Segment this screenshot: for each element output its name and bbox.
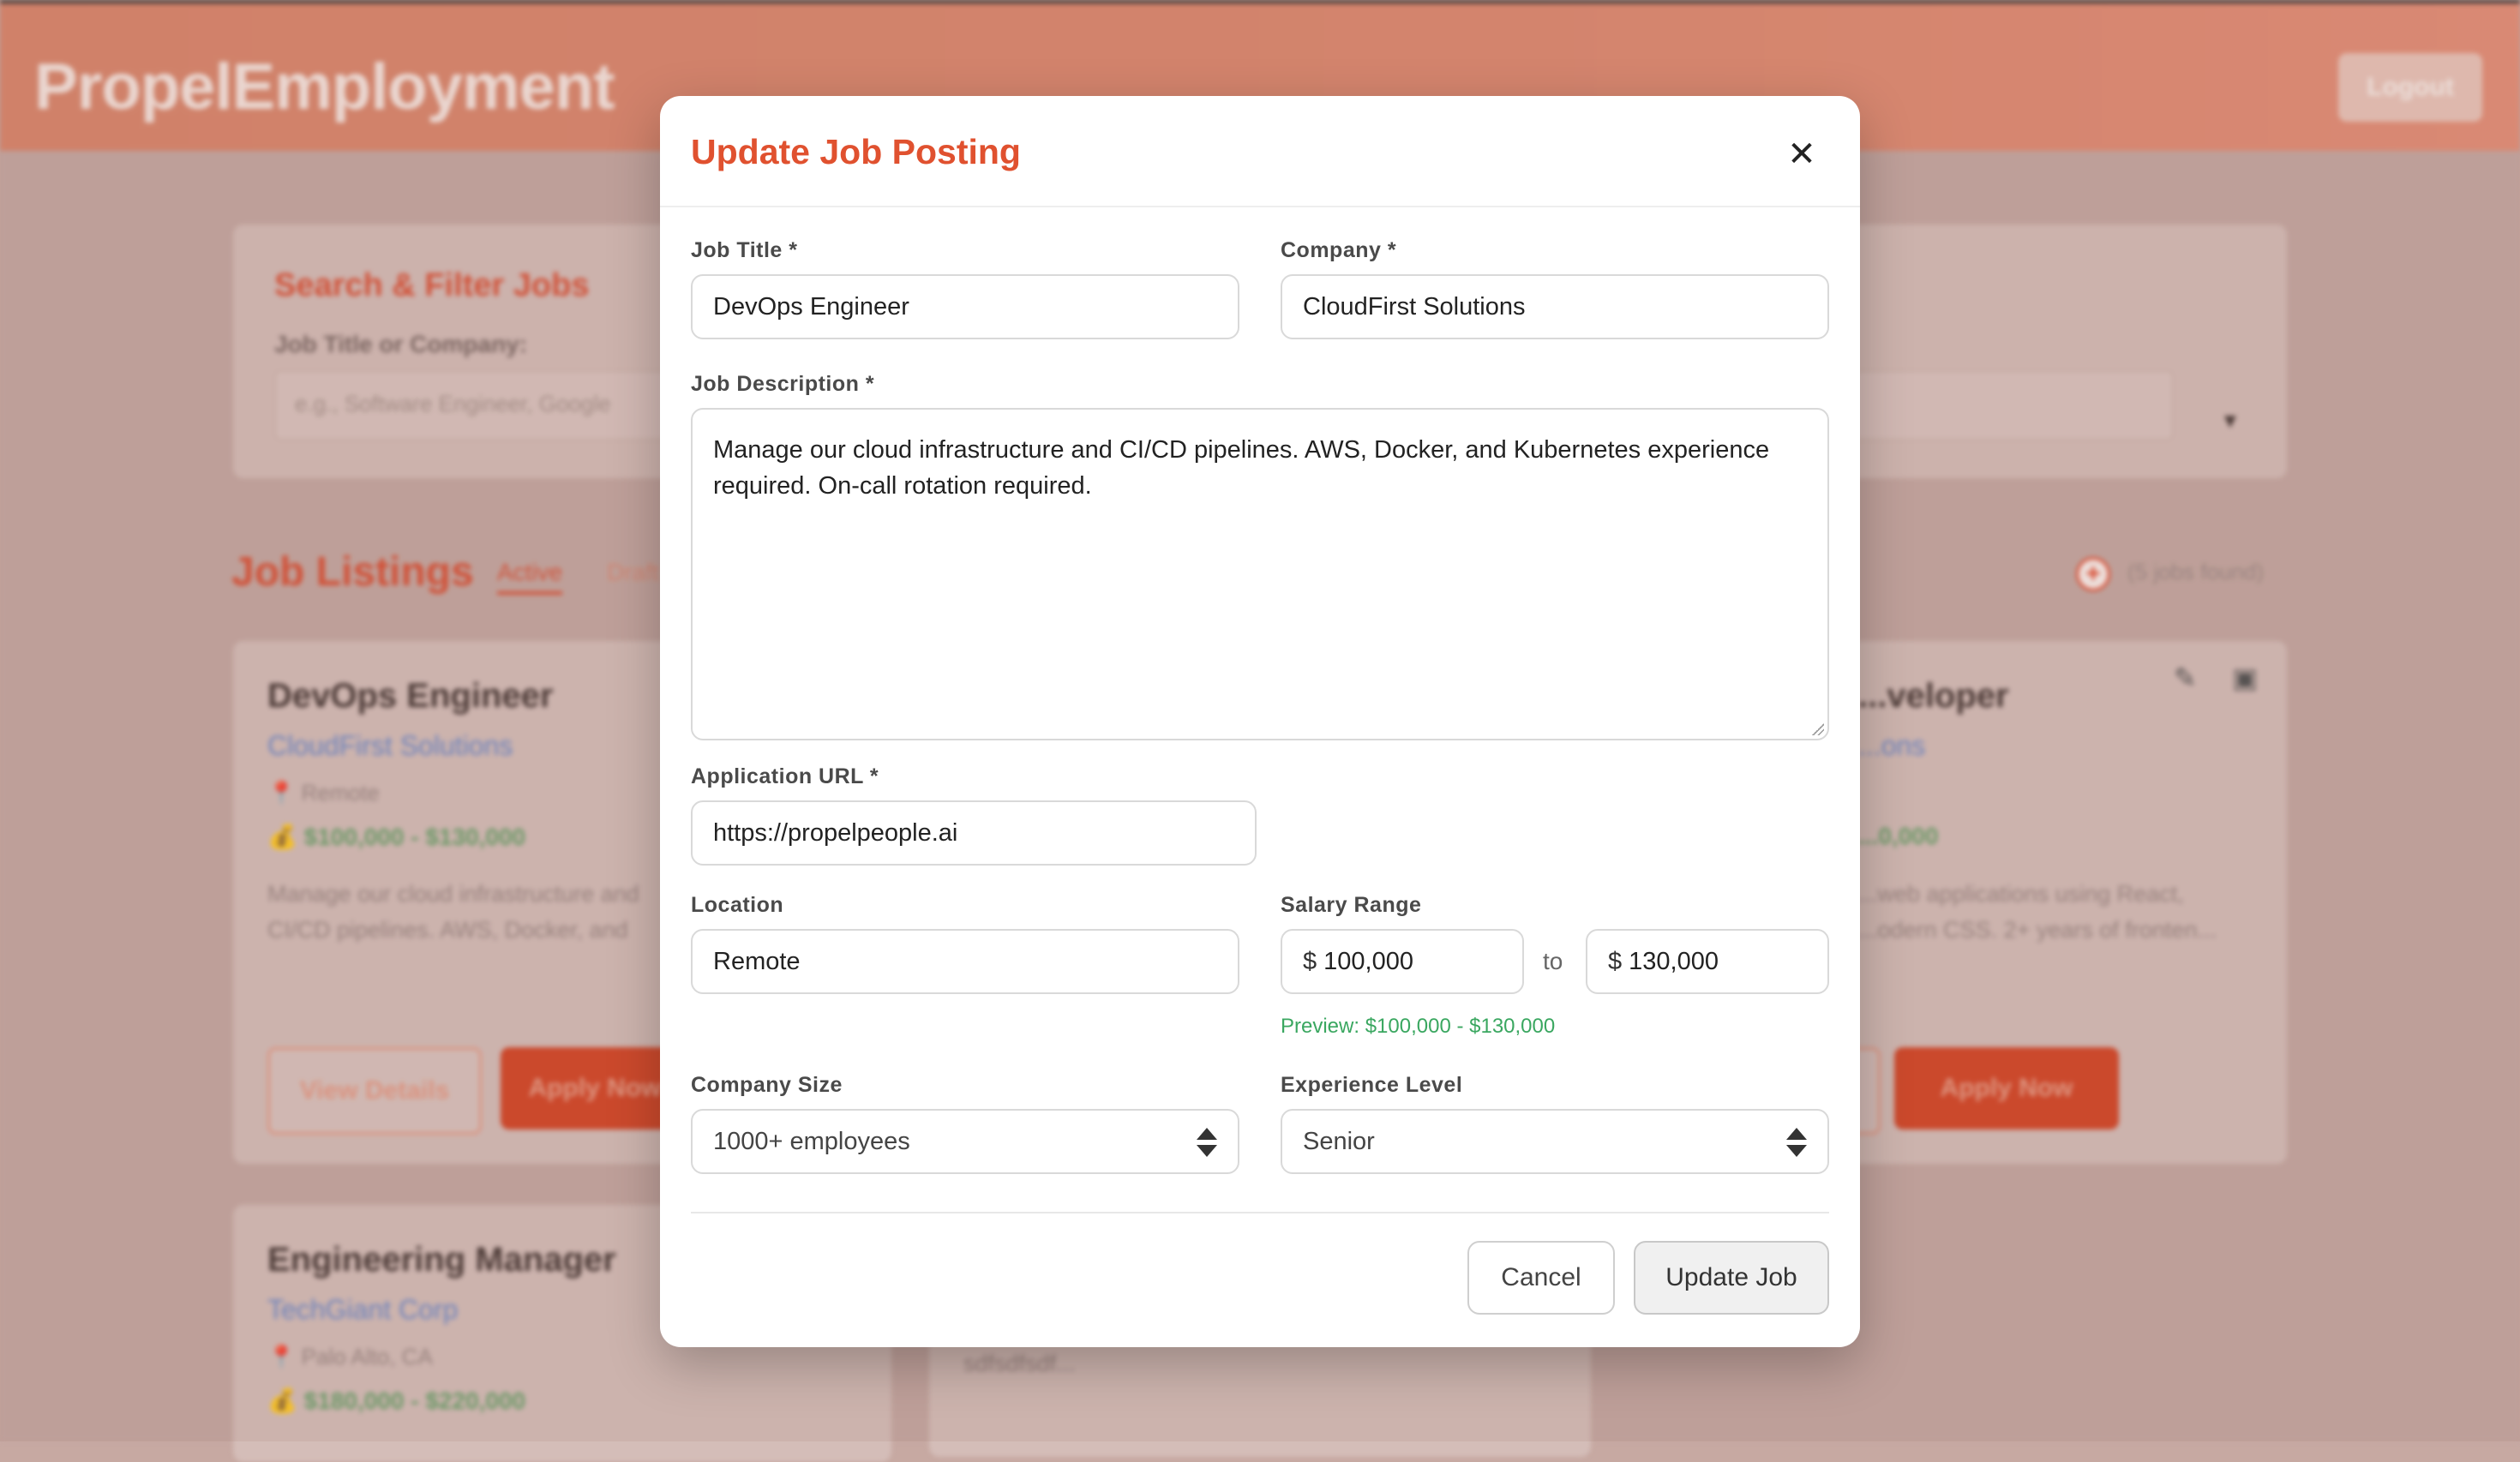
location-input[interactable]: Remote <box>691 929 1239 994</box>
salary-max-value: 130,000 <box>1629 947 1719 975</box>
modal-header: Update Job Posting ✕ <box>660 96 1860 207</box>
company-size-label: Company Size <box>691 1073 843 1097</box>
job-description-textarea[interactable]: Manage our cloud infrastructure and CI/C… <box>691 408 1829 740</box>
close-icon[interactable]: ✕ <box>1783 135 1821 173</box>
application-url-value: https://propelpeople.ai <box>713 818 958 847</box>
company-size-select[interactable]: 1000+ employees <box>691 1109 1239 1174</box>
select-updown-icon <box>1785 1128 1809 1159</box>
company-input[interactable]: CloudFirst Solutions <box>1281 274 1829 339</box>
experience-level-value: Senior <box>1303 1127 1375 1155</box>
company-value: CloudFirst Solutions <box>1303 292 1526 321</box>
company-size-value: 1000+ employees <box>713 1127 910 1155</box>
salary-range-label: Salary Range <box>1281 893 1422 917</box>
application-url-label: Application URL * <box>691 764 879 788</box>
location-label: Location <box>691 893 784 917</box>
salary-to-label: to <box>1543 948 1563 974</box>
job-title-value: DevOps Engineer <box>713 292 909 321</box>
experience-level-label: Experience Level <box>1281 1073 1463 1097</box>
select-updown-icon <box>1195 1128 1219 1159</box>
salary-min-value: 100,000 <box>1323 947 1413 975</box>
application-url-input[interactable]: https://propelpeople.ai <box>691 800 1257 866</box>
job-title-label: Job Title * <box>691 238 798 262</box>
job-title-input[interactable]: DevOps Engineer <box>691 274 1239 339</box>
salary-min-input[interactable]: $ 100,000 <box>1281 929 1524 994</box>
footer-divider <box>691 1212 1829 1213</box>
experience-level-select[interactable]: Senior <box>1281 1109 1829 1174</box>
update-job-button[interactable]: Update Job <box>1634 1241 1829 1315</box>
cancel-button[interactable]: Cancel <box>1467 1241 1615 1315</box>
job-description-value: Manage our cloud infrastructure and CI/C… <box>713 436 1770 500</box>
salary-preview: Preview: $100,000 - $130,000 <box>1281 1015 1556 1038</box>
currency-symbol: $ <box>1608 947 1623 975</box>
company-label: Company * <box>1281 238 1397 262</box>
modal-title: Update Job Posting <box>691 132 1021 171</box>
update-job-modal: Update Job Posting ✕ Job Title * DevOps … <box>660 96 1860 1347</box>
location-value: Remote <box>713 947 801 975</box>
job-description-label: Job Description * <box>691 372 875 396</box>
currency-symbol: $ <box>1303 947 1317 975</box>
resize-handle-icon[interactable] <box>1812 723 1824 735</box>
salary-max-input[interactable]: $ 130,000 <box>1586 929 1829 994</box>
